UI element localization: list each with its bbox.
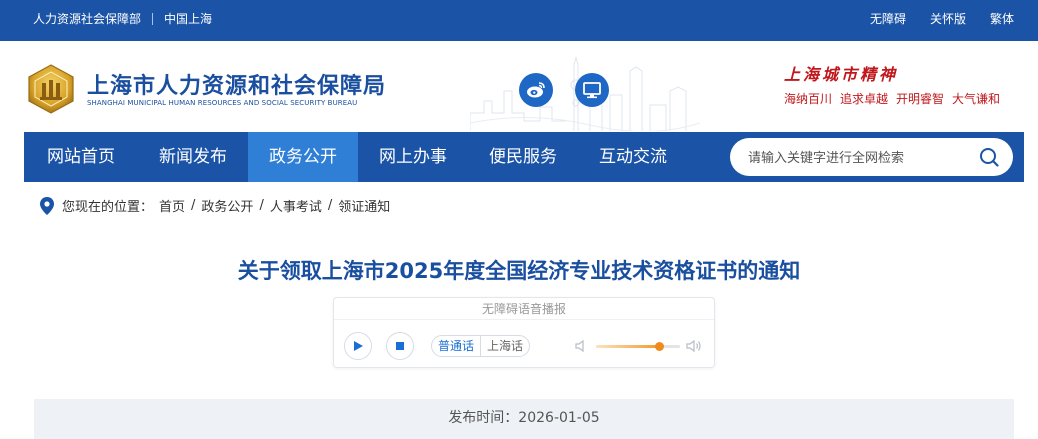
top-left-links: 人力资源社会保障部 中国上海 bbox=[33, 10, 212, 27]
language-toggle: 普通话 上海话 bbox=[431, 335, 531, 357]
language-mandarin[interactable]: 普通话 bbox=[432, 336, 480, 356]
nav-item-online-services[interactable]: 网上办事 bbox=[358, 132, 468, 182]
nav-item-government-affairs[interactable]: 政务公开 bbox=[248, 132, 358, 182]
top-utility-bar: 人力资源社会保障部 中国上海 无障碍 关怀版 繁体 bbox=[0, 0, 1038, 41]
slogan-item: 追求卓越 bbox=[840, 92, 889, 106]
search-icon[interactable] bbox=[979, 147, 999, 167]
breadcrumb-personnel-exam[interactable]: 人事考试 bbox=[270, 196, 322, 215]
breadcrumb-separator: / bbox=[259, 198, 264, 213]
shanghai-spirit-slogans: 海纳百川 追求卓越 开明睿智 大气谦和 bbox=[784, 90, 1000, 107]
play-icon bbox=[354, 341, 363, 351]
nav-item-interaction[interactable]: 互动交流 bbox=[578, 132, 688, 182]
volume-up-icon[interactable] bbox=[686, 338, 702, 354]
slogan-item: 开明睿智 bbox=[896, 92, 945, 106]
weibo-icon bbox=[527, 82, 545, 98]
link-care-version[interactable]: 关怀版 bbox=[930, 10, 966, 27]
weibo-button[interactable] bbox=[519, 73, 553, 107]
link-traditional-chinese[interactable]: 繁体 bbox=[990, 10, 1014, 27]
main-nav: 网站首页 新闻发布 政务公开 网上办事 便民服务 互动交流 bbox=[24, 132, 1024, 182]
breadcrumb-separator: / bbox=[191, 198, 196, 213]
nav-item-news[interactable]: 新闻发布 bbox=[138, 132, 248, 182]
divider bbox=[152, 12, 154, 25]
article-title: 关于领取上海市2025年度全国经济专业技术资格证书的通知 bbox=[237, 259, 801, 283]
shanghai-spirit-title: 上海城市精神 bbox=[784, 65, 899, 84]
volume-slider-knob[interactable] bbox=[654, 342, 664, 351]
pc-version-button[interactable] bbox=[575, 73, 609, 107]
breadcrumb: 您现在的位置： 首页 / 政务公开 / 人事考试 / 领证通知 bbox=[40, 196, 390, 215]
bureau-emblem-icon[interactable] bbox=[25, 63, 77, 115]
link-mohrss[interactable]: 人力资源社会保障部 bbox=[33, 10, 141, 27]
audio-player: 无障碍语音播报 普通话 上海话 bbox=[333, 297, 715, 368]
nav-item-convenience-services[interactable]: 便民服务 bbox=[468, 132, 578, 182]
audio-player-title: 无障碍语音播报 bbox=[334, 298, 714, 320]
volume-down-icon[interactable] bbox=[574, 338, 590, 354]
top-right-links: 无障碍 关怀版 繁体 bbox=[870, 10, 1014, 27]
nav-item-home[interactable]: 网站首页 bbox=[24, 132, 138, 182]
publish-date-bar: 发布时间：2026-01-05 bbox=[34, 399, 1014, 439]
volume-slider[interactable] bbox=[596, 342, 680, 351]
site-search bbox=[730, 138, 1013, 176]
link-accessibility[interactable]: 无障碍 bbox=[870, 10, 906, 27]
breadcrumb-label: 您现在的位置： bbox=[62, 200, 154, 215]
slogan-item: 大气谦和 bbox=[952, 92, 1001, 106]
site-subtitle: SHANGHAI MUNICIPAL HUMAN RESOURCES AND S… bbox=[87, 99, 358, 107]
volume-slider-fill bbox=[596, 345, 659, 348]
stop-icon bbox=[396, 342, 404, 350]
breadcrumb-home[interactable]: 首页 bbox=[159, 196, 185, 215]
breadcrumb-government-affairs[interactable]: 政务公开 bbox=[201, 196, 253, 215]
language-shanghainese[interactable]: 上海话 bbox=[480, 336, 529, 356]
play-button[interactable] bbox=[344, 332, 372, 360]
stop-button[interactable] bbox=[386, 332, 414, 360]
search-input[interactable] bbox=[748, 147, 968, 167]
breadcrumb-separator: / bbox=[327, 198, 333, 213]
site-header: 上海市人力资源和社会保障局 SHANGHAI MUNICIPAL HUMAN R… bbox=[0, 41, 1038, 132]
location-pin-icon bbox=[40, 196, 54, 215]
site-title[interactable]: 上海市人力资源和社会保障局 bbox=[87, 68, 386, 100]
link-china-shanghai[interactable]: 中国上海 bbox=[164, 10, 212, 27]
breadcrumb-certificate-notice[interactable]: 领证通知 bbox=[338, 196, 390, 215]
slogan-item: 海纳百川 bbox=[784, 92, 833, 106]
monitor-icon bbox=[583, 82, 601, 99]
publish-date: 发布时间：2026-01-05 bbox=[448, 410, 600, 426]
